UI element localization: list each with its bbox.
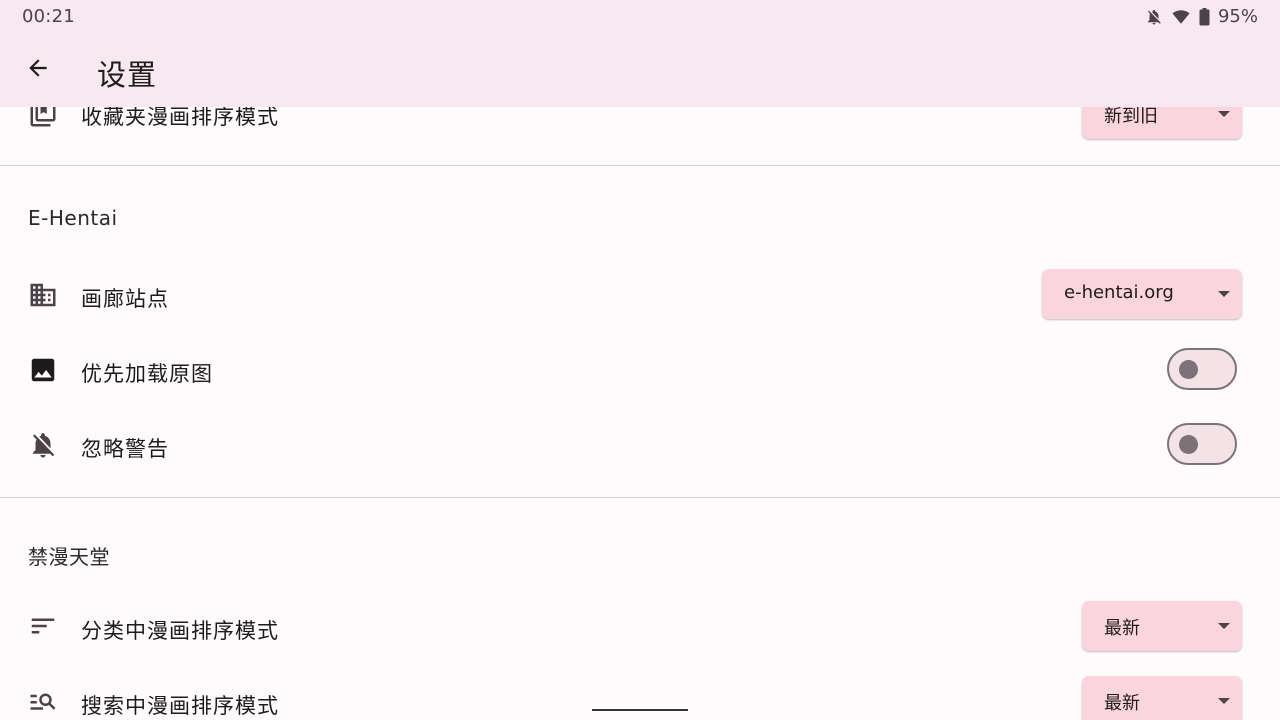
status-icons: 95% xyxy=(1145,6,1258,27)
gallery-site-value: e-hentai.org xyxy=(1064,282,1174,303)
arrow-back-icon xyxy=(25,55,51,85)
ignore-warning-label: 忽略警告 xyxy=(81,437,169,461)
search-sort-dropdown[interactable]: 最新 xyxy=(1082,676,1242,720)
chevron-down-icon xyxy=(1218,698,1230,704)
battery-percent: 95% xyxy=(1217,6,1258,27)
back-button[interactable] xyxy=(14,46,62,94)
image-icon xyxy=(28,355,58,385)
battery-icon xyxy=(1199,7,1210,26)
page-title: 设置 xyxy=(97,58,158,92)
sort-icon xyxy=(28,611,58,641)
notifications-off-icon xyxy=(28,430,58,460)
ignore-warning-switch[interactable] xyxy=(1167,423,1237,465)
ignore-warning-row[interactable]: 忽略警告 xyxy=(0,413,1280,477)
divider xyxy=(0,165,1280,166)
gallery-site-dropdown[interactable]: e-hentai.org xyxy=(1042,269,1242,319)
notifications-off-icon xyxy=(1145,8,1163,26)
switch-knob xyxy=(1179,434,1198,454)
category-sort-value: 最新 xyxy=(1104,618,1140,639)
scroll-indicator xyxy=(592,709,688,711)
manage-search-icon xyxy=(28,686,58,716)
chevron-down-icon xyxy=(1218,623,1230,629)
load-original-switch[interactable] xyxy=(1167,348,1237,390)
divider xyxy=(0,497,1280,498)
search-sort-value: 最新 xyxy=(1104,693,1140,714)
section-title-jm: 禁漫天堂 xyxy=(28,545,110,569)
apartment-icon xyxy=(28,280,58,310)
gallery-site-row[interactable]: 画廊站点 e-hentai.org xyxy=(0,263,1280,327)
settings-page: 00:21 95% 设置 收藏夹漫画排序模式 新到旧 E-Hentai 画廊站点… xyxy=(0,0,1280,720)
load-original-label: 优先加载原图 xyxy=(81,362,213,386)
search-sort-label: 搜索中漫画排序模式 xyxy=(81,694,279,718)
category-sort-row[interactable]: 分类中漫画排序模式 最新 xyxy=(0,595,1280,659)
category-sort-label: 分类中漫画排序模式 xyxy=(81,619,279,643)
switch-knob xyxy=(1179,359,1198,379)
gallery-site-label: 画廊站点 xyxy=(81,287,169,311)
search-sort-row[interactable]: 搜索中漫画排序模式 最新 xyxy=(0,670,1280,720)
category-sort-dropdown[interactable]: 最新 xyxy=(1082,601,1242,651)
status-time: 00:21 xyxy=(22,6,75,27)
chevron-down-icon xyxy=(1218,111,1230,117)
chevron-down-icon xyxy=(1218,291,1230,297)
load-original-row[interactable]: 优先加载原图 xyxy=(0,338,1280,402)
status-bar: 00:21 95% xyxy=(0,0,1280,32)
section-title-ehentai: E-Hentai xyxy=(28,206,118,230)
app-bar: 设置 xyxy=(0,32,1280,107)
wifi-icon xyxy=(1171,8,1191,26)
